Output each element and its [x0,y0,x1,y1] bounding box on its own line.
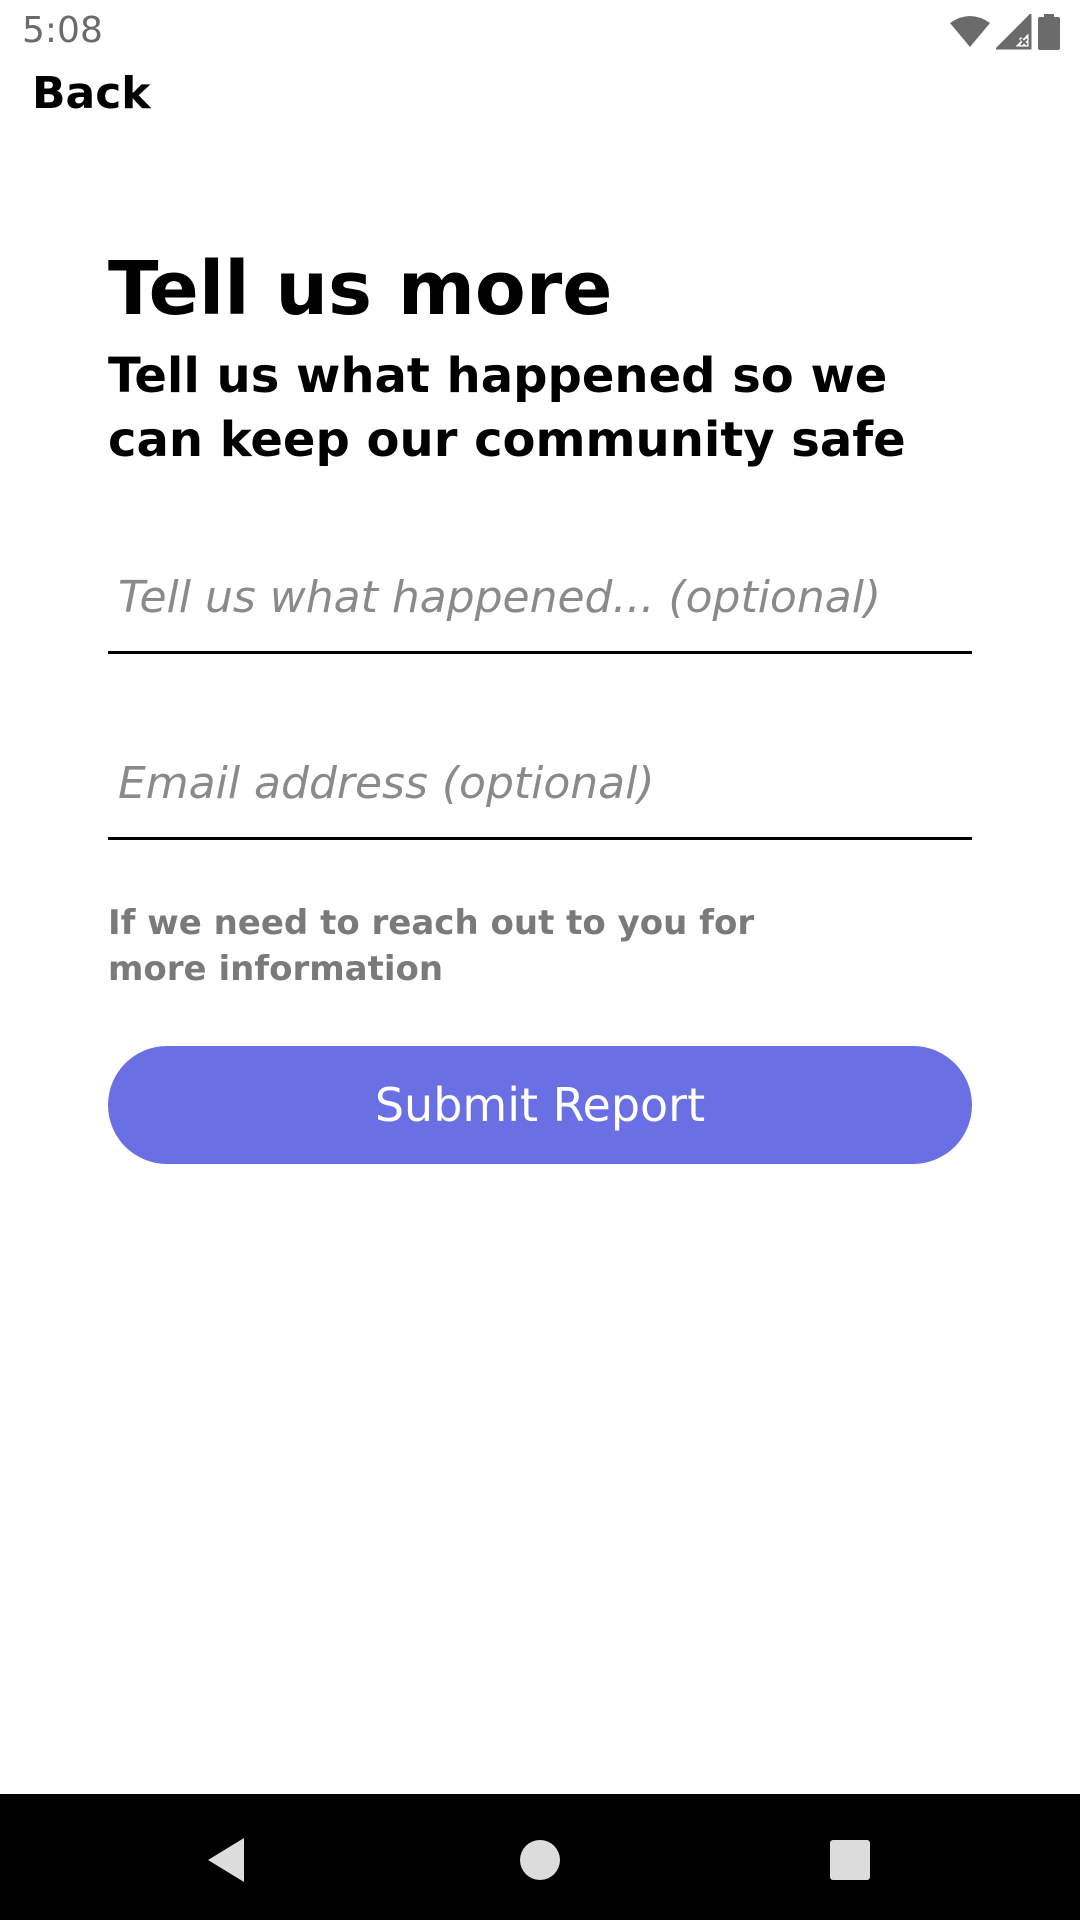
status-bar: 5:08 [0,0,1080,64]
email-field [108,718,972,840]
email-input[interactable] [108,758,972,809]
description-field [108,532,972,654]
submit-report-button[interactable]: Submit Report [108,1046,972,1164]
page-subtitle: Tell us what happened so we can keep our… [108,348,906,468]
back-button[interactable]: Back [32,68,151,119]
status-icons [950,12,1060,52]
nav-home-icon[interactable] [510,1830,570,1890]
report-form: Tell us more Tell us what happened so we… [108,248,972,1164]
wifi-icon [950,15,990,49]
screen: 5:08 Back Tell us more Tell us what happ… [0,0,1080,1920]
cell-signal-icon [996,14,1032,50]
nav-recents-icon[interactable] [820,1830,880,1890]
description-input[interactable] [108,572,972,623]
battery-icon [1038,14,1060,50]
email-helper-text: If we need to reach out to you for more … [108,903,755,989]
page-title: Tell us more [108,246,613,332]
nav-back-icon[interactable] [196,1830,256,1890]
navigation-bar [0,1794,1080,1920]
status-time: 5:08 [22,10,103,51]
